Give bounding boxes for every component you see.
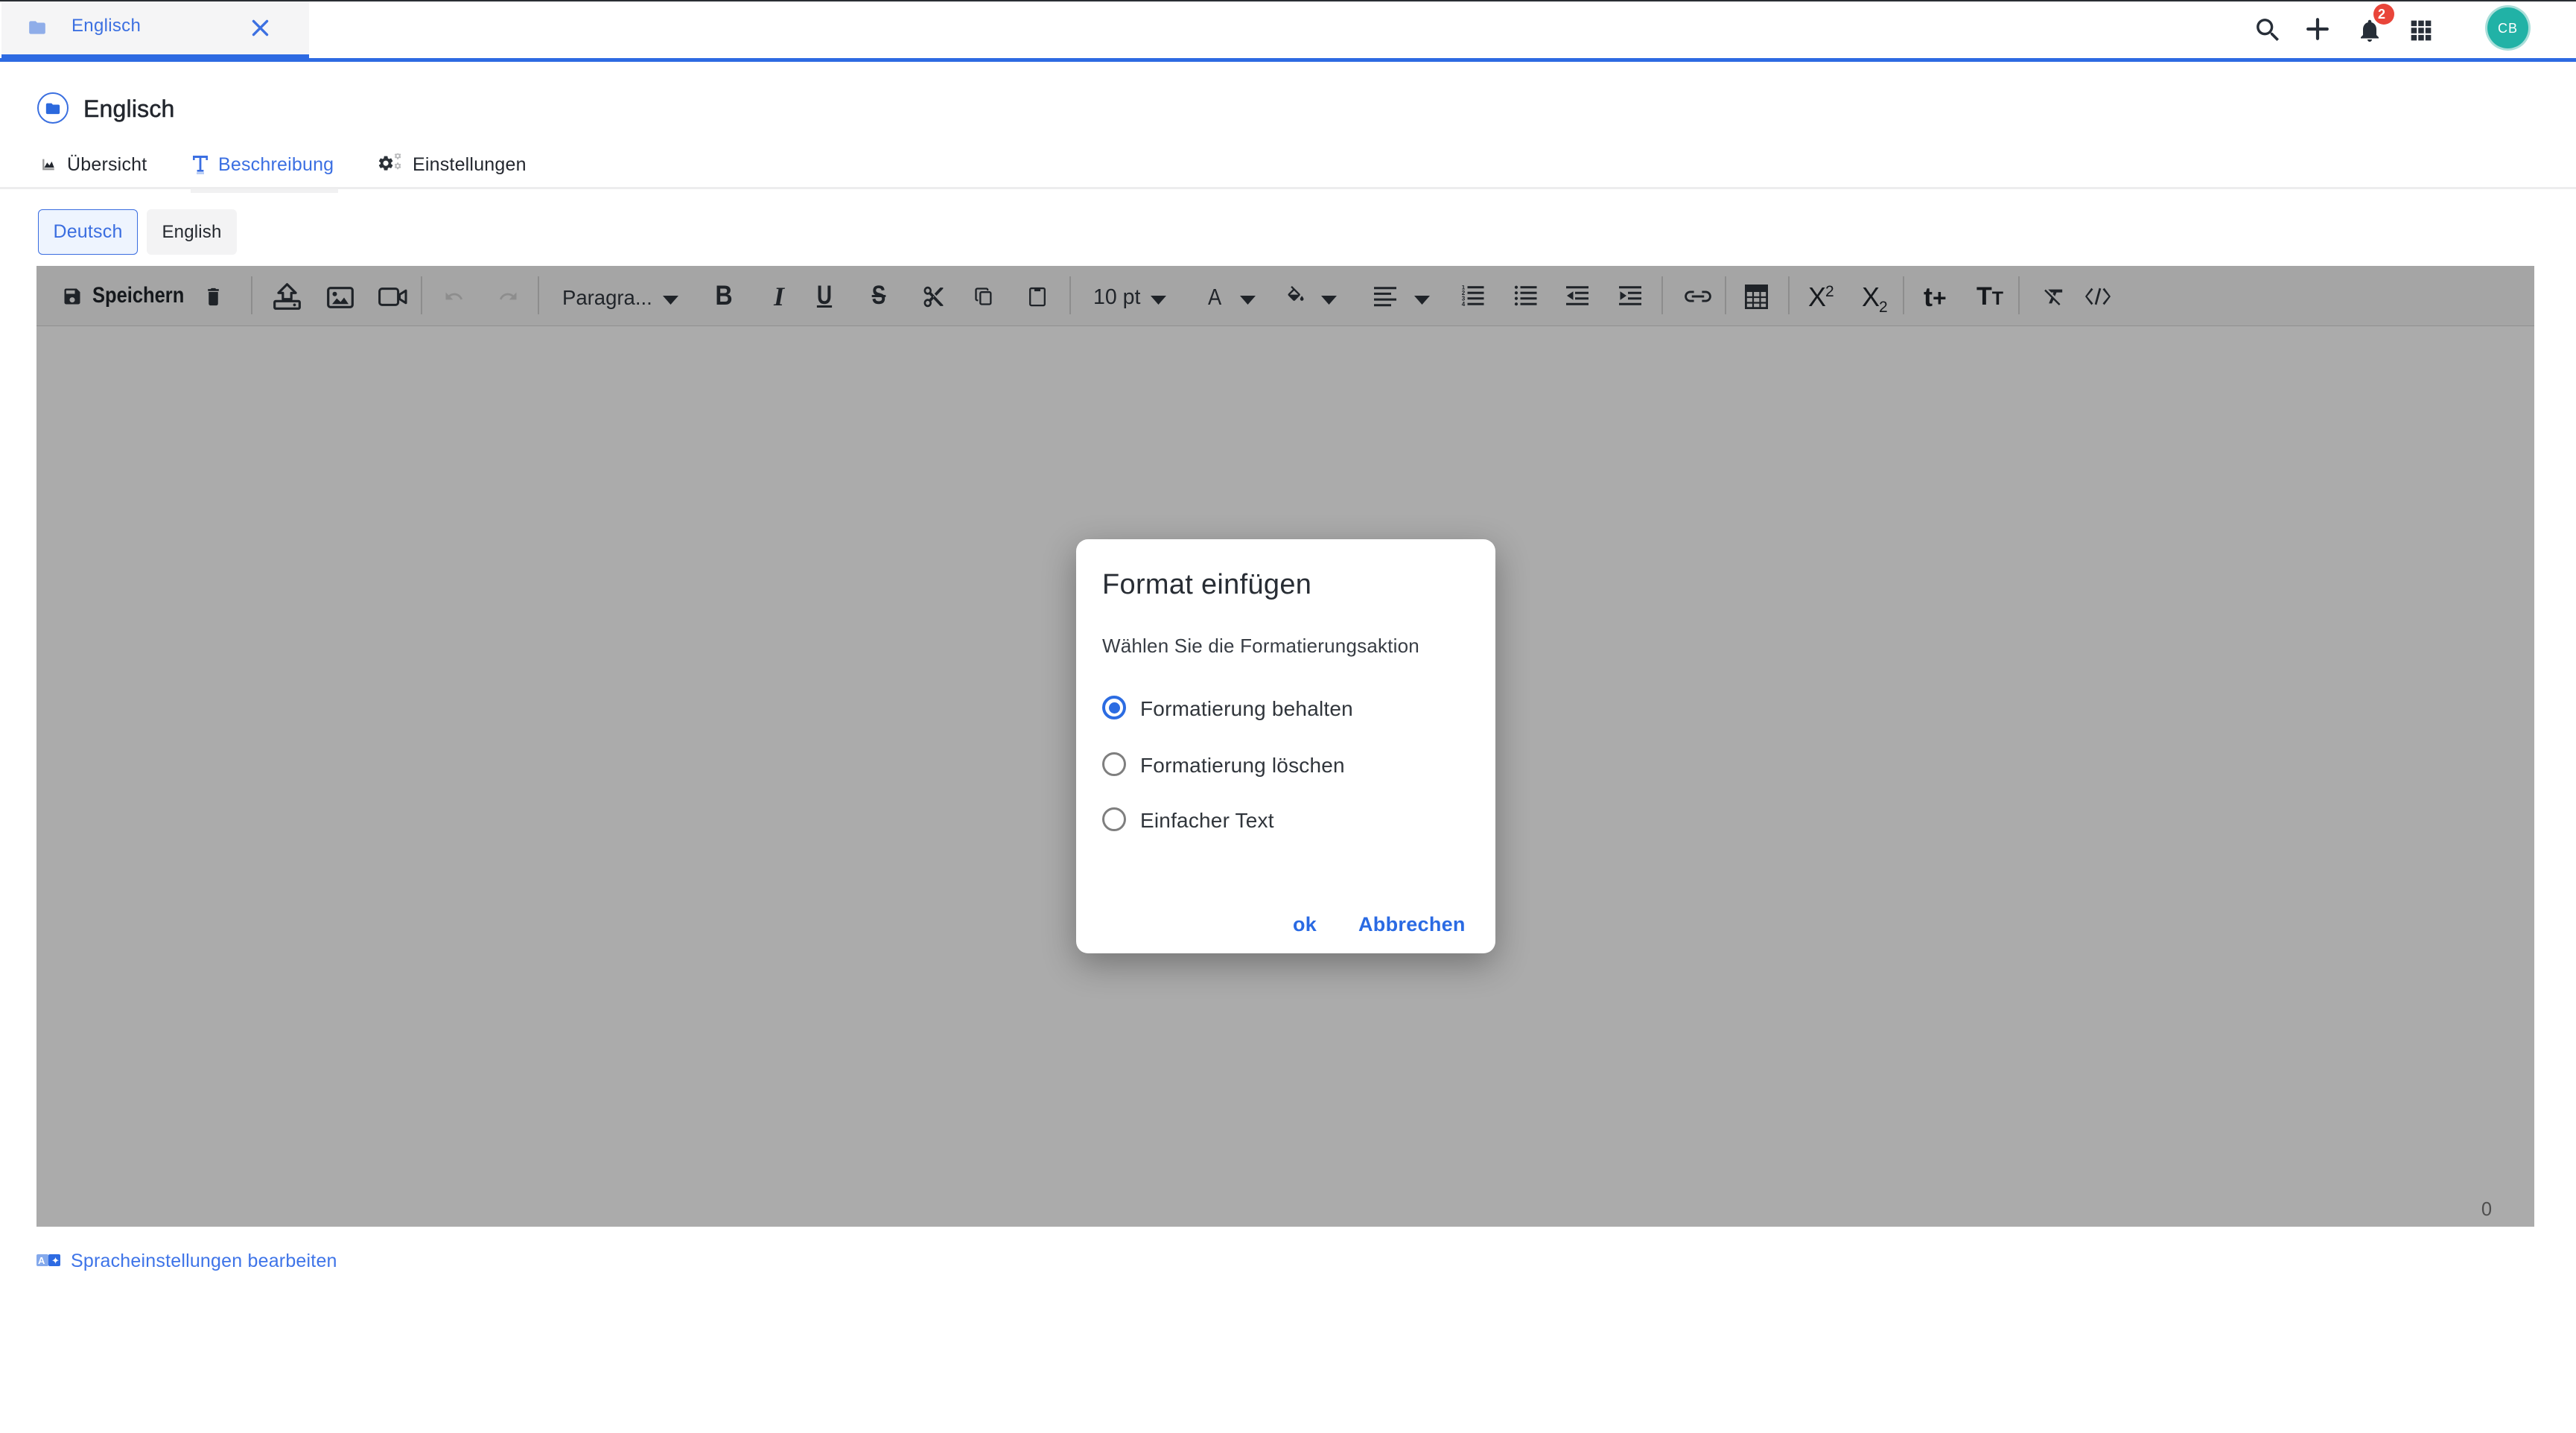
svg-text:4: 4: [1462, 301, 1466, 308]
